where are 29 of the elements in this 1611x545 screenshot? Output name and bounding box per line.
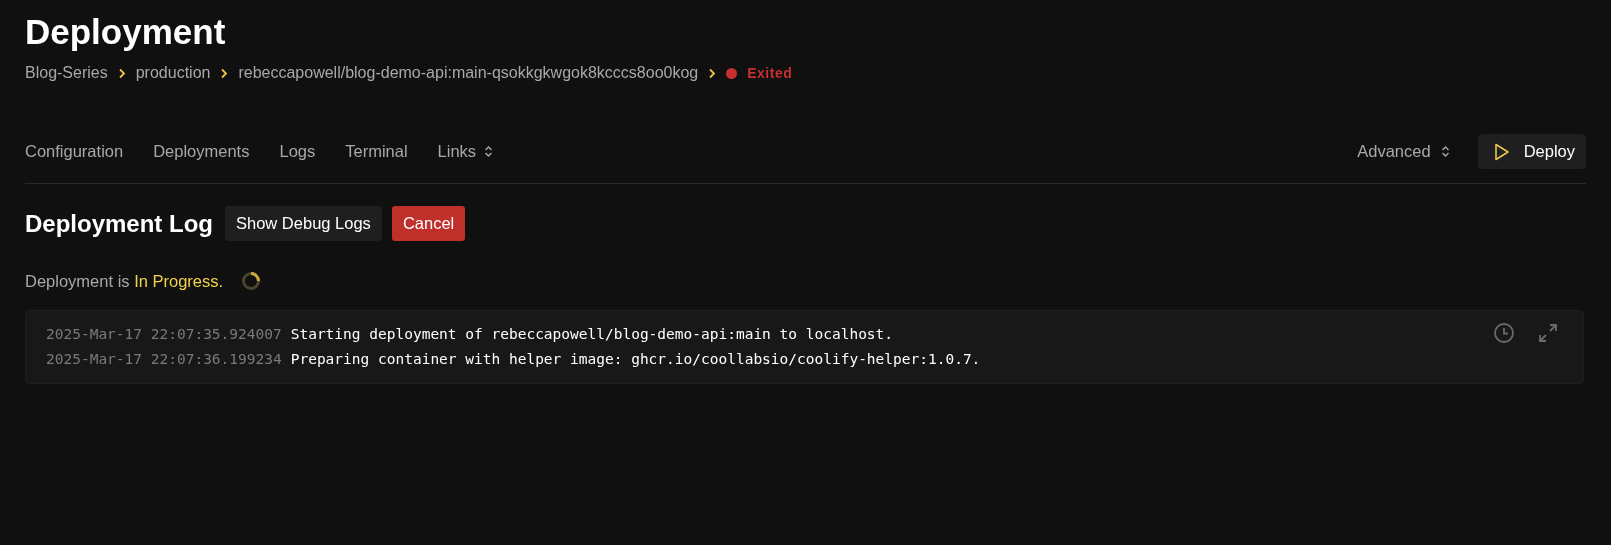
breadcrumb-link[interactable]: Blog-Series [25,64,108,82]
nav-tab[interactable]: Links [437,142,494,161]
clock-icon[interactable] [1493,322,1515,344]
nav-tab[interactable]: Terminal [345,142,408,161]
status-label: Exited [747,65,793,81]
deploy-button[interactable]: Deploy [1477,134,1586,169]
section-title: Deployment Log [25,209,213,238]
log-message: Preparing container with helper image: ghcr.io/coollabsio/coolify-helper:1.0.7. [290,350,981,369]
advanced-dropdown[interactable]: Advanced [1357,142,1450,161]
breadcrumb-link[interactable]: rebeccapowell/blog-demo-api:main-qsokkgkwgok8kcccs8oo0kog [238,64,699,82]
breadcrumb-link[interactable]: production [135,64,211,82]
chevron-up-down-icon [1440,145,1450,158]
nav-tab[interactable]: Configuration [25,142,124,161]
log-timestamp: 2025-Mar-17 22:07:35.924007 [46,325,282,344]
log-timestamp: 2025-Mar-17 22:07:36.199234 [46,350,282,369]
chevron-right-icon [117,67,126,79]
nav-tab[interactable]: Deployments [153,142,250,161]
chevron-right-icon [220,67,229,79]
chevron-up-down-icon [484,145,494,158]
nav-tab[interactable]: Logs [279,142,316,161]
debug-logs-button[interactable]: Show Debug Logs [225,206,382,241]
page-title: Deployment [25,11,227,53]
spinner-icon [241,271,262,291]
progress-text: Deployment is In Progress. [25,271,224,291]
log-message: Starting deployment of rebeccapowell/blog-demo-api:main to localhost. [290,325,894,344]
cancel-button[interactable]: Cancel [391,206,466,241]
chevron-right-icon [708,67,717,79]
expand-icon[interactable] [1537,322,1559,344]
play-icon [1493,142,1510,161]
